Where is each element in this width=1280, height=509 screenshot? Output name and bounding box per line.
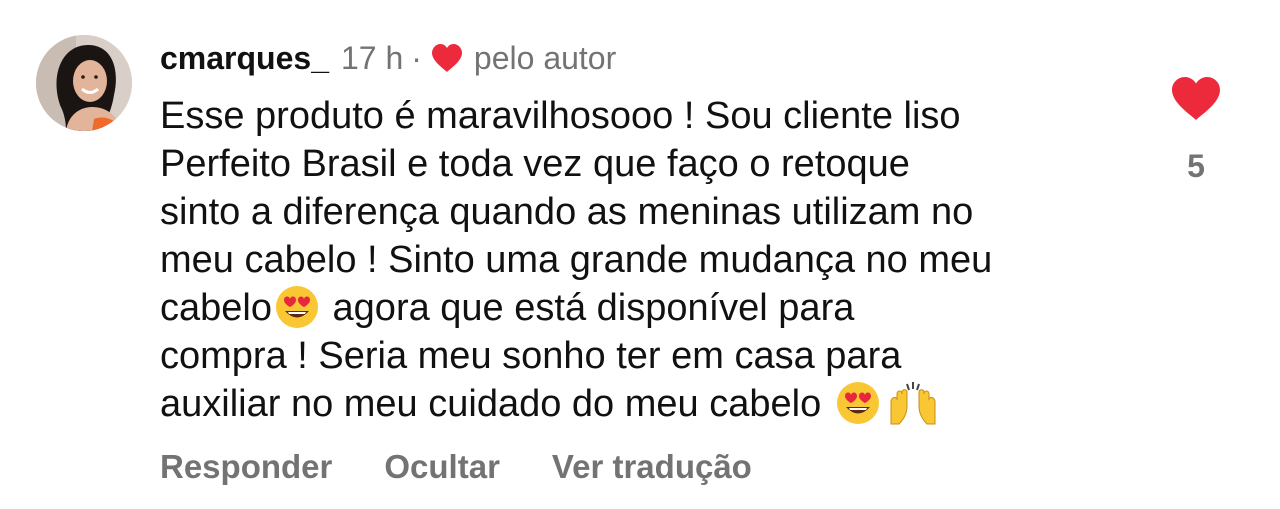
heart-icon bbox=[430, 43, 464, 73]
timestamp: 17 h bbox=[340, 39, 404, 76]
separator: · bbox=[411, 39, 422, 76]
comment: cmarques_ 17 h · pelo autor Esse produto… bbox=[0, 0, 1280, 509]
heart-eyes-emoji bbox=[274, 284, 320, 330]
like-count[interactable]: 5 bbox=[1170, 148, 1222, 185]
heart-eyes-emoji bbox=[835, 380, 881, 426]
username[interactable]: cmarques_ bbox=[160, 40, 329, 77]
hide-button[interactable]: Ocultar bbox=[384, 448, 500, 486]
profile-photo bbox=[36, 35, 132, 131]
comment-actions: Responder Ocultar Ver tradução bbox=[160, 448, 752, 486]
raising-hands-emoji bbox=[885, 380, 941, 426]
liked-by-author-label: pelo autor bbox=[473, 39, 617, 76]
like-button[interactable] bbox=[1170, 76, 1222, 122]
translate-button[interactable]: Ver tradução bbox=[552, 448, 752, 486]
comment-header: cmarques_ 17 h · pelo autor bbox=[160, 36, 616, 80]
reply-button[interactable]: Responder bbox=[160, 448, 332, 486]
heart-icon bbox=[1172, 77, 1220, 120]
comment-text: Esse produto é maravilhosooo ! Sou clien… bbox=[160, 92, 1140, 428]
avatar[interactable] bbox=[36, 35, 132, 131]
